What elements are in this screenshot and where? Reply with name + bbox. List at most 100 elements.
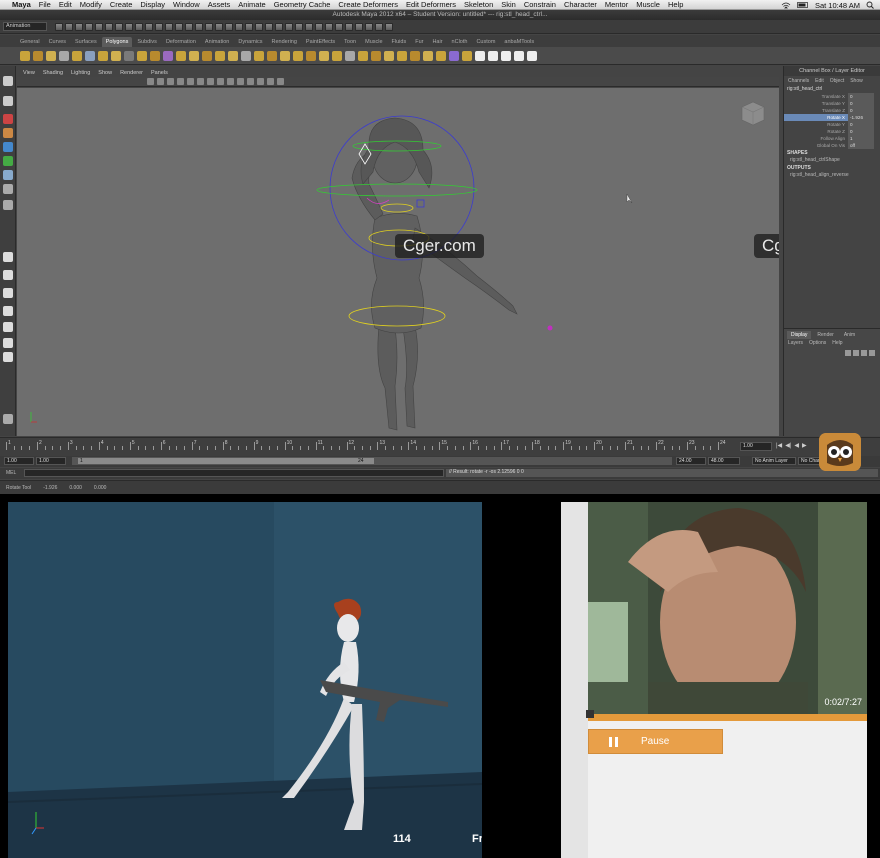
status-line-tool-icon[interactable] xyxy=(135,22,143,31)
status-line-tool-icon[interactable] xyxy=(255,22,263,31)
shelf-tab-dynamics[interactable]: Dynamics xyxy=(234,37,266,47)
current-frame-field[interactable]: 1.00 xyxy=(740,442,772,451)
play-back-icon[interactable]: ◀ xyxy=(794,442,799,449)
range-slider[interactable]: 1 24 xyxy=(72,457,672,465)
shelf-tool-icon[interactable] xyxy=(488,50,498,61)
shelf-tool-icon[interactable] xyxy=(306,50,316,61)
status-line-tool-icon[interactable] xyxy=(345,22,353,31)
shelf-tab-ncloth[interactable]: nCloth xyxy=(448,37,472,47)
shelf-tool-icon[interactable] xyxy=(98,50,108,61)
status-line-tool-icon[interactable] xyxy=(225,22,233,31)
mel-input[interactable] xyxy=(24,469,444,477)
layer-menu-options[interactable]: Options xyxy=(809,339,826,348)
viewport-menu-lighting[interactable]: Lighting xyxy=(71,70,90,76)
viewport-toolbar-icon[interactable] xyxy=(257,78,264,85)
channel-attribute-row[interactable]: Rotate Z0 xyxy=(784,128,880,135)
menu-character[interactable]: Character xyxy=(564,0,597,9)
status-line-tool-icon[interactable] xyxy=(125,22,133,31)
channel-attribute-value[interactable]: 0 xyxy=(848,121,874,128)
status-line-tool-icon[interactable] xyxy=(285,22,293,31)
status-line-tool-icon[interactable] xyxy=(95,22,103,31)
channel-attribute-value[interactable]: 0 xyxy=(848,107,874,114)
channel-attribute-row[interactable]: Follow Align 1 xyxy=(784,135,880,142)
shelf-tool-icon[interactable] xyxy=(332,50,342,61)
cb-menu-channels[interactable]: Channels xyxy=(788,76,809,86)
shelf-tool-icon[interactable] xyxy=(449,50,459,61)
video-progress-bar[interactable] xyxy=(586,710,867,721)
shelf-tab-hair[interactable]: Hair xyxy=(428,37,446,47)
viewport-menu-show[interactable]: Show xyxy=(98,70,112,76)
output-node[interactable]: rig:stl_head_align_reverse xyxy=(784,172,880,179)
view-cube-icon[interactable] xyxy=(738,98,768,128)
viewport-toolbar-icon[interactable] xyxy=(147,78,154,85)
menu-edit[interactable]: Edit xyxy=(59,0,72,9)
shelf-tool-icon[interactable] xyxy=(46,50,56,61)
toolbox-tool-icon[interactable] xyxy=(3,352,13,362)
menu-constrain[interactable]: Constrain xyxy=(524,0,556,9)
shelf-tab-muscle[interactable]: Muscle xyxy=(361,37,386,47)
status-line-tool-icon[interactable] xyxy=(305,22,313,31)
viewport-toolbar-icon[interactable] xyxy=(157,78,164,85)
anim-layer-menu[interactable]: No Anim Layer xyxy=(752,457,796,465)
shelf-tab-curves[interactable]: Curves xyxy=(45,37,70,47)
shelf-tab-painteffects[interactable]: PaintEffects xyxy=(302,37,339,47)
status-line-tool-icon[interactable] xyxy=(365,22,373,31)
channel-attribute-value[interactable]: -1.926 xyxy=(848,114,874,121)
play-forward-icon[interactable]: ▶ xyxy=(802,442,807,449)
shelf-tool-icon[interactable] xyxy=(280,50,290,61)
status-line-tool-icon[interactable] xyxy=(295,22,303,31)
shelf-tool-icon[interactable] xyxy=(189,50,199,61)
shelf-tab-custom[interactable]: Custom xyxy=(472,37,499,47)
wifi-icon[interactable] xyxy=(781,2,791,9)
toolbox-tool-icon[interactable] xyxy=(3,96,13,106)
shape-node[interactable]: rig:stl_head_ctrlShape xyxy=(784,157,880,164)
shelf-tool-icon[interactable] xyxy=(124,50,134,61)
viewport-toolbar-icon[interactable] xyxy=(217,78,224,85)
mode-selector[interactable]: Animation xyxy=(3,22,47,31)
shelf-tool-icon[interactable] xyxy=(410,50,420,61)
shelf-tab-rendering[interactable]: Rendering xyxy=(268,37,301,47)
shelf-tool-icon[interactable] xyxy=(501,50,511,61)
toolbox-tool-icon[interactable] xyxy=(3,170,13,180)
viewport-toolbar-icon[interactable] xyxy=(247,78,254,85)
channel-attribute-value[interactable]: 1 xyxy=(848,135,874,142)
status-line-tool-icon[interactable] xyxy=(205,22,213,31)
viewport-menu-view[interactable]: View xyxy=(23,70,35,76)
layer-menu-help[interactable]: Help xyxy=(832,339,842,348)
layer-tab-display[interactable]: Display xyxy=(787,331,812,339)
anim-end-field[interactable]: 48.00 xyxy=(708,457,740,465)
menu-skin[interactable]: Skin xyxy=(501,0,516,9)
toolbox-tool-icon[interactable] xyxy=(3,142,13,152)
toolbox-tool-icon[interactable] xyxy=(3,414,13,424)
shelf-tool-icon[interactable] xyxy=(111,50,121,61)
shelf-tool-icon[interactable] xyxy=(397,50,407,61)
pause-button[interactable]: Pause xyxy=(588,729,723,754)
status-line-tool-icon[interactable] xyxy=(375,22,383,31)
shelf-tool-icon[interactable] xyxy=(384,50,394,61)
playback-end-field[interactable]: 24.00 xyxy=(676,457,706,465)
shelf-tool-icon[interactable] xyxy=(514,50,524,61)
cb-menu-object[interactable]: Object xyxy=(830,76,844,86)
toolbox-tool-icon[interactable] xyxy=(3,288,13,298)
shelf-tool-icon[interactable] xyxy=(20,50,30,61)
viewport-toolbar-icon[interactable] xyxy=(267,78,274,85)
shelf-tab-subdivs[interactable]: Subdivs xyxy=(133,37,161,47)
channel-attribute-row[interactable]: Translate X0 xyxy=(784,93,880,100)
status-line-tool-icon[interactable] xyxy=(145,22,153,31)
menu-modify[interactable]: Modify xyxy=(80,0,102,9)
status-line-tool-icon[interactable] xyxy=(245,22,253,31)
toolbox-tool-icon[interactable] xyxy=(3,76,13,86)
toolbox-tool-icon[interactable] xyxy=(3,338,13,348)
shelf-tab-fluids[interactable]: Fluids xyxy=(388,37,411,47)
cb-menu-edit[interactable]: Edit xyxy=(815,76,824,86)
toolbox-tool-icon[interactable] xyxy=(3,200,13,210)
status-line-tool-icon[interactable] xyxy=(265,22,273,31)
shelf-tool-icon[interactable] xyxy=(163,50,173,61)
shelf-tool-icon[interactable] xyxy=(241,50,251,61)
channel-attribute-value[interactable]: 0 xyxy=(848,128,874,135)
channel-attribute-value[interactable]: 0 xyxy=(848,100,874,107)
shelf-tool-icon[interactable] xyxy=(423,50,433,61)
shelf-tool-icon[interactable] xyxy=(475,50,485,61)
shelf-tool-icon[interactable] xyxy=(59,50,69,61)
playback-start-field[interactable]: 1.00 xyxy=(36,457,66,465)
